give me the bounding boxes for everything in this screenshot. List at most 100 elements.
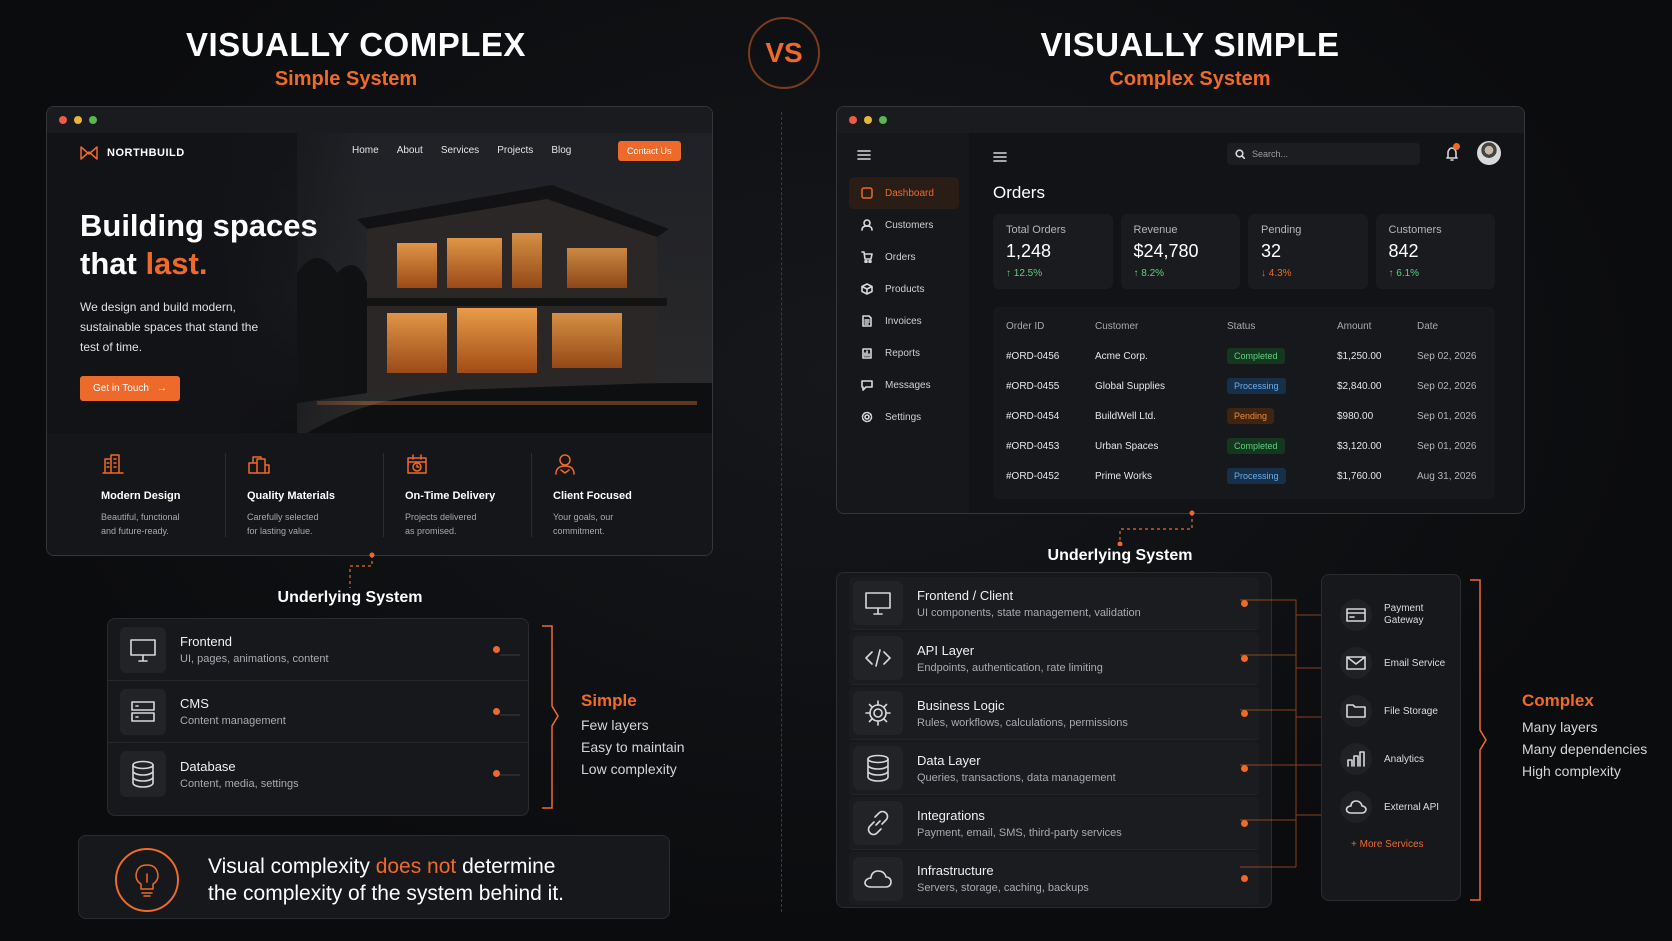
minimize-dot[interactable]	[864, 116, 872, 124]
stat-change: ↓ 4.3%	[1261, 268, 1292, 279]
close-dot[interactable]	[59, 116, 67, 124]
maximize-dot[interactable]	[89, 116, 97, 124]
layer-desc: Servers, storage, caching, backups	[917, 882, 1089, 894]
cell-date: Aug 31, 2026	[1417, 470, 1477, 482]
cell-amount: $1,250.00	[1337, 350, 1382, 362]
nav-projects[interactable]: Projects	[497, 145, 533, 156]
layer-desc: Queries, transactions, data management	[917, 771, 1116, 784]
table-row[interactable]: #ORD-0456 Acme Corp. Completed $1,250.00 Sep…	[1006, 341, 1482, 371]
hamburger-icon[interactable]	[837, 133, 969, 165]
stat-value: $24,780	[1133, 241, 1199, 261]
layer-desc: Rules, workflows, calculations, permissi…	[917, 716, 1128, 729]
sidebar-label: Orders	[885, 251, 916, 263]
sidebar-item-products[interactable]: Products	[849, 273, 959, 305]
sidebar-item-settings[interactable]: Settings	[849, 401, 959, 433]
brand-name: NORTHBUILD	[107, 147, 185, 159]
stat-revenue: Revenue $24,780 ↑ 8.2%	[1120, 214, 1240, 289]
cell-id: #ORD-0455	[1006, 380, 1060, 392]
dashboard-window: Dashboard Customers Orders Products Invo…	[836, 106, 1525, 514]
cell-customer: Global Supplies	[1095, 380, 1166, 392]
cell-date: Sep 02, 2026	[1417, 350, 1477, 362]
menu-toggle-icon[interactable]	[993, 149, 1007, 167]
stat-change: ↑ 8.2%	[1133, 268, 1165, 279]
stat-change: ↑ 6.1%	[1388, 268, 1420, 279]
feature-quality-materials: Quality Materials Carefully selected for…	[247, 453, 395, 538]
cell-customer: Urban Spaces	[1095, 440, 1159, 452]
sidebar-item-customers[interactable]: Customers	[849, 209, 959, 241]
get-in-touch-button[interactable]: Get in Touch →	[80, 376, 180, 401]
right-connector	[1117, 510, 1195, 546]
table-row[interactable]: #ORD-0452 Prime Works Processing $1,760.00 A…	[1006, 461, 1482, 491]
sidebar-item-reports[interactable]: Reports	[849, 337, 959, 369]
code-icon	[853, 636, 903, 680]
bell-icon[interactable]	[1445, 143, 1460, 167]
search-icon	[1235, 149, 1245, 159]
insight-callout: Visual complexity does not determine the…	[78, 835, 670, 919]
table-row[interactable]: #ORD-0454 BuildWell Ltd. Pending $980.00 Sep…	[1006, 401, 1482, 431]
maximize-dot[interactable]	[879, 116, 887, 124]
simple-line: Few layers	[581, 717, 649, 733]
minimize-dot[interactable]	[74, 116, 82, 124]
service-external-api: External API	[1322, 783, 1460, 831]
service-analytics: Analytics	[1322, 735, 1460, 783]
hero-highlight: last.	[145, 246, 208, 281]
sidebar-item-dashboard[interactable]: Dashboard	[849, 177, 959, 209]
col-status: Status	[1227, 320, 1256, 332]
layer-desc: Payment, email, SMS, third-party service…	[917, 826, 1122, 839]
layer-title: Data Layer	[917, 752, 981, 768]
stat-label: Revenue	[1133, 224, 1178, 236]
website-window: NORTHBUILD Home About Services Projects …	[46, 106, 713, 556]
feature-modern-design: Modern Design Beautiful, functional and …	[101, 453, 249, 538]
service-file-storage: File Storage	[1322, 687, 1460, 735]
sidebar-item-invoices[interactable]: Invoices	[849, 305, 959, 337]
left-system-stack: Frontend UI, pages, animations, content C…	[107, 618, 529, 816]
col-customer: Customer	[1095, 320, 1139, 332]
right-heading: VISUALLY SIMPLE	[1040, 26, 1340, 63]
page-title: Orders	[993, 183, 1045, 202]
feature-desc: Carefully selected for lasting value.	[247, 512, 319, 536]
layer-database: Database Content, media, settings	[108, 743, 528, 805]
stat-value: 842	[1388, 241, 1419, 261]
vs-badge: VS	[748, 17, 820, 89]
complex-line: Many layers	[1522, 719, 1598, 735]
close-dot[interactable]	[849, 116, 857, 124]
cell-date: Sep 02, 2026	[1417, 380, 1477, 392]
cell-id: #ORD-0456	[1006, 350, 1060, 362]
gear-icon	[853, 691, 903, 735]
nav-blog[interactable]: Blog	[551, 145, 571, 156]
brand[interactable]: NORTHBUILD	[79, 145, 185, 161]
nav-about[interactable]: About	[397, 145, 423, 156]
window-titlebar	[837, 107, 1524, 133]
cell-date: Sep 01, 2026	[1417, 440, 1477, 452]
server-icon	[120, 688, 166, 735]
layer-title: CMS	[180, 696, 209, 711]
sidebar-item-orders[interactable]: Orders	[849, 241, 959, 273]
hero-line-2a: that	[80, 246, 146, 281]
callout-highlight: does not	[375, 855, 457, 878]
service-name: File Storage	[1384, 705, 1438, 717]
sidebar-item-messages[interactable]: Messages	[849, 369, 959, 401]
nav-home[interactable]: Home	[352, 145, 379, 156]
table-row[interactable]: #ORD-0455 Global Supplies Processing $2,840…	[1006, 371, 1482, 401]
layer-desc: Endpoints, authentication, rate limiting	[917, 661, 1103, 674]
search-input[interactable]: Search...	[1227, 143, 1420, 165]
avatar[interactable]	[1477, 141, 1501, 165]
status-badge: Pending	[1227, 408, 1275, 424]
monitor-icon	[853, 581, 903, 625]
callout-part-2: determine	[456, 855, 556, 878]
complex-line: High complexity	[1522, 763, 1621, 779]
contact-button[interactable]: Contact Us	[618, 141, 681, 161]
stat-customers: Customers 842 ↑ 6.1%	[1375, 214, 1495, 289]
external-services-panel: Payment Gateway Email Service File Stora…	[1321, 574, 1461, 901]
nav-services[interactable]: Services	[441, 145, 479, 156]
service-name: External API	[1384, 801, 1440, 813]
table-row[interactable]: #ORD-0453 Urban Spaces Completed $3,120.00 S…	[1006, 431, 1482, 461]
window-titlebar	[47, 107, 712, 133]
simple-label: Simple	[581, 691, 637, 710]
layer-infrastructure: Infrastructure Servers, storage, caching,…	[849, 852, 1259, 905]
cell-amount: $980.00	[1337, 410, 1374, 422]
layer-title: Database	[180, 758, 236, 774]
more-services-link[interactable]: + More Services	[1322, 831, 1460, 850]
complex-label: Complex	[1522, 691, 1594, 710]
service-name: Payment Gateway	[1384, 603, 1424, 626]
